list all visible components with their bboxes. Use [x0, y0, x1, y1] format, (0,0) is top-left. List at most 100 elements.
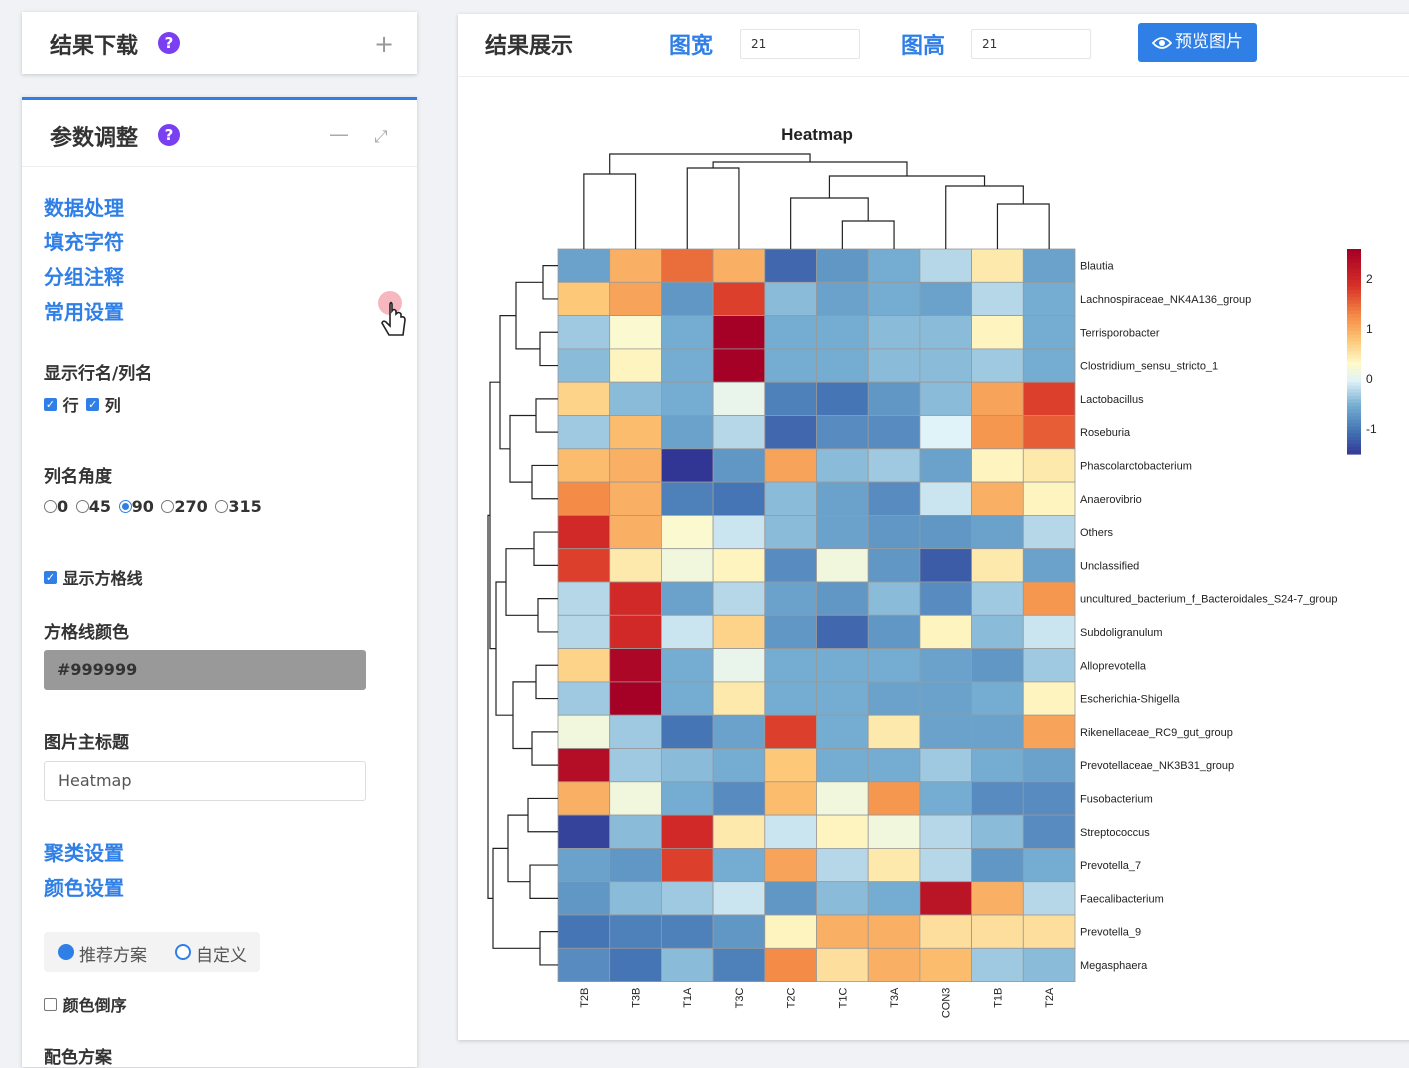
- legend-gradient-segment: [1347, 409, 1361, 414]
- heatmap-cell: [764, 748, 817, 783]
- angle-45-radio[interactable]: [75, 500, 89, 513]
- row-dendrogram-branch: [535, 398, 558, 433]
- heatmap-cell: [867, 881, 921, 916]
- legend-gradient-segment: [1347, 443, 1361, 448]
- heatmap-cell: [712, 814, 766, 849]
- nav-data-processing[interactable]: 数据处理: [44, 192, 124, 221]
- legend-tick-label: 1: [1366, 322, 1373, 336]
- heatmap-cell: [660, 248, 714, 283]
- legend-gradient-segment: [1347, 361, 1361, 366]
- heatmap-cell: [971, 415, 1024, 450]
- col-angle-label: 列名角度: [44, 467, 112, 487]
- heatmap-cell: [609, 281, 662, 317]
- heatmap-cell: [919, 848, 972, 883]
- heatmap-cell: [1022, 814, 1076, 849]
- custom-radio[interactable]: [175, 944, 191, 960]
- heatmap-cell: [867, 281, 921, 317]
- nav-fill-character[interactable]: 填充字符: [44, 226, 124, 255]
- heatmap-cell: [1022, 281, 1076, 317]
- recommended-radio[interactable]: [58, 944, 74, 960]
- heatmap-cell: [712, 315, 766, 350]
- reverse-checkbox[interactable]: [44, 997, 57, 1011]
- heatmap-cell: [1022, 448, 1076, 483]
- heatmap-cell: [1022, 714, 1076, 749]
- heatmap-cell: [971, 348, 1024, 383]
- col-checkbox-label: 列: [104, 396, 121, 415]
- row-label: Anaerovibrio: [1080, 494, 1142, 506]
- help-icon[interactable]: ?: [158, 32, 180, 54]
- nav-color-settings[interactable]: 颜色设置: [44, 872, 124, 901]
- column-label: CON3: [941, 988, 953, 1019]
- heatmap-cell: [867, 714, 921, 749]
- angle-270-radio[interactable]: [161, 500, 175, 513]
- heatmap-cell: [1022, 581, 1076, 616]
- nav-cluster-settings[interactable]: 聚类设置: [44, 837, 124, 866]
- row-label: Alloprevotella: [1080, 660, 1147, 672]
- row-checkbox[interactable]: ✓: [44, 397, 57, 411]
- heatmap-cell: [971, 381, 1024, 416]
- heatmap-cell: [1022, 614, 1076, 649]
- heatmap-cell: [557, 415, 611, 450]
- heatmap-cell: [816, 748, 869, 783]
- heatmap-cell: [712, 714, 766, 749]
- heatmap-cell: [609, 814, 662, 849]
- column-dendrogram-branch: [712, 161, 908, 176]
- heatmap-cell: [919, 614, 972, 649]
- heatmap-cell: [764, 348, 817, 383]
- angle-90-label: 90: [131, 497, 154, 516]
- angle-90-radio[interactable]: [118, 500, 132, 513]
- row-checkbox-label: 行: [62, 396, 79, 415]
- heatmap-cell: [660, 281, 714, 317]
- heatmap-cell: [712, 481, 766, 516]
- legend-gradient-segment: [1347, 447, 1361, 452]
- column-label: T2B: [579, 988, 591, 1008]
- heatmap-cell: [867, 381, 921, 416]
- grid-color-input[interactable]: #999999: [44, 650, 366, 690]
- grid-checkbox[interactable]: ✓: [44, 570, 57, 584]
- main-title-input[interactable]: Heatmap: [44, 761, 366, 801]
- heatmap-cell: [660, 914, 714, 949]
- legend-gradient-segment: [1347, 430, 1361, 435]
- parameter-panel: 参数调整 ? — ⤢ 数据处理 填充字符 分组注释 常用设置 显示行名/列名 ✓…: [22, 97, 417, 1068]
- height-input[interactable]: 21: [971, 29, 1091, 59]
- col-checkbox[interactable]: ✓: [86, 397, 100, 411]
- heatmap-cell: [557, 448, 611, 483]
- width-input[interactable]: 21: [740, 29, 860, 59]
- nav-group-annotation[interactable]: 分组注释: [44, 261, 124, 290]
- nav-common-settings[interactable]: 常用设置: [44, 296, 124, 325]
- heatmap-cell: [971, 748, 1024, 783]
- heatmap-cell: [764, 381, 817, 416]
- legend-gradient-segment: [1347, 255, 1361, 260]
- recommended-label: 推荐方案: [79, 946, 147, 966]
- heatmap-cell: [1022, 881, 1076, 916]
- maximize-icon[interactable]: ⤢: [374, 127, 388, 147]
- heatmap-cell: [816, 315, 869, 350]
- row-label: Prevotella_7: [1080, 860, 1141, 872]
- heatmap-cell: [971, 947, 1024, 982]
- row-label: Unclassified: [1080, 560, 1139, 572]
- legend-tick-label: -1: [1366, 422, 1377, 436]
- heatmap-cell: [816, 881, 869, 916]
- heatmap-cell: [919, 315, 972, 350]
- heatmap-cell: [609, 714, 662, 749]
- expand-icon[interactable]: +: [374, 30, 394, 58]
- row-dendrogram-branch: [539, 331, 558, 367]
- heatmap-cell: [971, 581, 1024, 616]
- legend-gradient-segment: [1347, 303, 1361, 308]
- legend-gradient-segment: [1347, 450, 1361, 455]
- legend-gradient-segment: [1347, 440, 1361, 445]
- heatmap-cell: [867, 748, 921, 783]
- heatmap-cell: [712, 448, 766, 483]
- heatmap-cell: [764, 548, 817, 583]
- heatmap-cell: [1022, 748, 1076, 783]
- angle-0-radio[interactable]: [44, 500, 57, 513]
- heatmap-cell: [609, 648, 662, 683]
- legend-gradient-segment: [1347, 433, 1361, 438]
- help-icon[interactable]: ?: [158, 124, 180, 146]
- minimize-icon[interactable]: —: [329, 122, 349, 146]
- preview-button[interactable]: 预览图片: [1138, 23, 1257, 62]
- legend-gradient-segment: [1347, 300, 1361, 305]
- heatmap-cell: [971, 848, 1024, 883]
- heatmap-cell: [660, 548, 714, 583]
- angle-315-radio[interactable]: [215, 500, 229, 513]
